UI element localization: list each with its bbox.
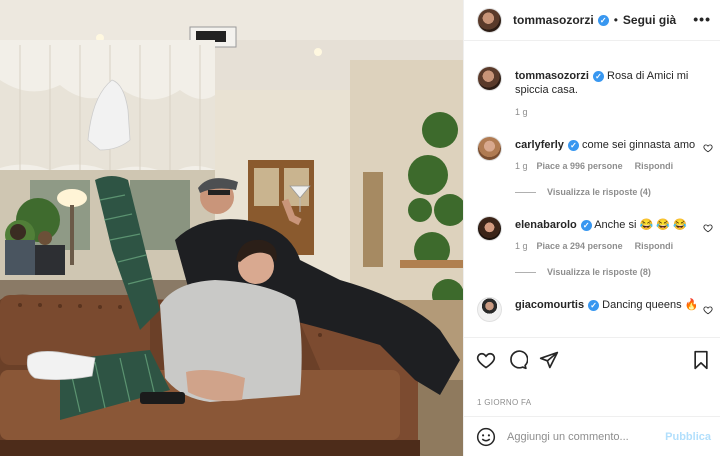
comment-text: elenabarolo ✓ Anche si 😂 😂 😂	[515, 218, 705, 232]
following-button[interactable]: Segui già	[623, 13, 676, 27]
caption-meta: 1 g	[515, 107, 537, 117]
replies-line	[515, 192, 536, 194]
author-username[interactable]: tommasozorzi	[513, 13, 594, 27]
caption-username[interactable]: tommasozorzi	[515, 70, 589, 82]
comment-icon[interactable]	[508, 350, 528, 370]
caption-time: 1 g	[515, 107, 528, 117]
post-photo-illustration	[0, 0, 463, 456]
reply-button[interactable]: Rispondi	[635, 241, 674, 251]
more-icon[interactable]: •••	[693, 11, 711, 27]
verified-icon: ✓	[580, 220, 592, 231]
comments-list[interactable]: tommasozorzi ✓ Rosa di Amici mi spiccia c…	[464, 41, 720, 337]
action-bar	[464, 337, 720, 382]
author-avatar[interactable]	[477, 7, 502, 33]
comment-username[interactable]: giacomourtis	[515, 299, 584, 311]
like-comment-heart-icon[interactable]	[703, 223, 713, 233]
view-replies-button[interactable]: Visualizza le risposte (8)	[515, 267, 651, 277]
share-icon[interactable]	[539, 350, 559, 370]
verified-icon: ✓	[588, 300, 600, 311]
comment-body: Anche si 😂 😂 😂	[594, 219, 687, 231]
comment-body: Dancing queens 🔥	[602, 299, 699, 311]
verified-icon: ✓	[592, 71, 604, 82]
emoji-icon[interactable]	[476, 427, 496, 447]
add-comment-bar: Pubblica	[464, 416, 720, 456]
comment-meta: 1 g Piace a 294 persone Rispondi	[515, 241, 685, 251]
commenter-avatar[interactable]	[477, 297, 502, 322]
view-replies-label: Visualizza le risposte (4)	[547, 187, 651, 197]
comment-likes[interactable]: Piace a 294 persone	[537, 241, 623, 251]
comment-input[interactable]	[507, 428, 657, 446]
like-comment-heart-icon[interactable]	[703, 305, 713, 315]
post-time: 1 GIORNO FA	[477, 398, 532, 407]
instagram-post: tommasozorzi ✓ • Segui già ••• tommasozo…	[0, 0, 720, 456]
comment-username[interactable]: carlyferly	[515, 139, 564, 151]
post-header: tommasozorzi ✓ • Segui già •••	[464, 0, 720, 41]
verified-icon: ✓	[597, 14, 609, 26]
heart-icon[interactable]	[476, 350, 496, 370]
publish-button[interactable]: Pubblica	[665, 431, 711, 443]
replies-line	[515, 272, 536, 274]
comment-time: 1 g	[515, 241, 528, 251]
comment-username[interactable]: elenabarolo	[515, 219, 577, 231]
dot-separator: •	[613, 13, 618, 27]
bookmark-icon[interactable]	[691, 350, 711, 370]
comment-body: come sei ginnasta amo	[582, 139, 696, 151]
comment-text: carlyferly ✓ come sei ginnasta amo	[515, 138, 705, 152]
view-replies-label: Visualizza le risposte (8)	[547, 267, 651, 277]
caption-text: tommasozorzi ✓ Rosa di Amici mi spiccia c…	[515, 69, 705, 97]
commenter-avatar[interactable]	[477, 136, 502, 161]
caption-avatar[interactable]	[477, 66, 502, 91]
comment-text: giacomourtis ✓ Dancing queens 🔥	[515, 298, 705, 312]
view-replies-button[interactable]: Visualizza le risposte (4)	[515, 187, 651, 197]
like-comment-heart-icon[interactable]	[703, 143, 713, 153]
post-side-panel: tommasozorzi ✓ • Segui già ••• tommasozo…	[463, 0, 720, 456]
verified-icon: ✓	[567, 140, 579, 151]
comment-time: 1 g	[515, 161, 528, 171]
post-photo[interactable]	[0, 0, 463, 456]
comment-meta: 1 g Piace a 996 persone Rispondi	[515, 161, 685, 171]
commenter-avatar[interactable]	[477, 216, 502, 241]
comment-likes[interactable]: Piace a 996 persone	[537, 161, 623, 171]
reply-button[interactable]: Rispondi	[635, 161, 674, 171]
